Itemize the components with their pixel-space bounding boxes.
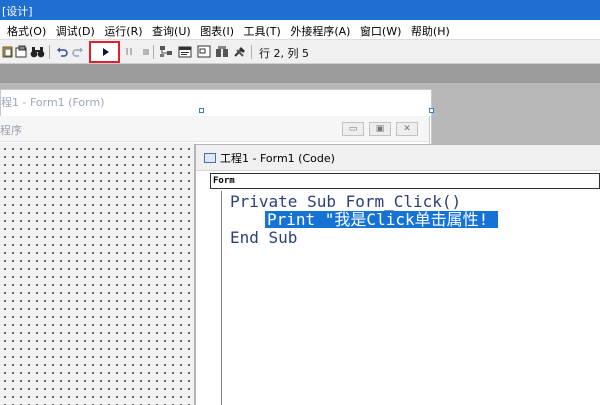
- menu-diagram[interactable]: 图表(I): [197, 20, 237, 39]
- code-window-title: 工程1 - Form1 (Code): [220, 152, 335, 165]
- toolbar-separator: [251, 45, 252, 59]
- toolbar-separator: [153, 45, 154, 59]
- margin-indicator-bar[interactable]: [210, 191, 222, 405]
- code-window[interactable]: 工程1 - Form1 (Code) Form Private Sub Form…: [194, 144, 600, 405]
- cursor-position-text: 行 2, 列 5: [259, 47, 309, 60]
- window-title: [设计]: [2, 5, 33, 18]
- properties-icon[interactable]: [177, 44, 192, 59]
- resize-handle[interactable]: [429, 108, 434, 113]
- toolbar: 行 2, 列 5: [0, 39, 600, 64]
- form1-title: 程序: [0, 124, 22, 137]
- resize-handle[interactable]: [199, 108, 204, 113]
- code-window-title-bar[interactable]: 工程1 - Form1 (Code): [196, 145, 600, 171]
- restore-button[interactable]: ▣: [369, 122, 391, 136]
- redo-icon[interactable]: [70, 44, 85, 59]
- minimize-icon: ▭: [348, 124, 358, 134]
- selected-code-line[interactable]: Print "我是Click单击属性! ": [265, 211, 508, 228]
- stop-icon[interactable]: [138, 44, 153, 59]
- toolbar-separator: [49, 45, 50, 59]
- code-window-icon: [204, 153, 216, 163]
- object-combo-value: Form: [213, 176, 235, 186]
- run-button[interactable]: [89, 41, 120, 63]
- title-bar: [设计]: [0, 0, 600, 20]
- menu-tools[interactable]: 工具(T): [241, 20, 284, 39]
- project-explorer-icon[interactable]: [158, 44, 173, 59]
- code-line[interactable]: Private Sub Form_Click(): [230, 193, 461, 211]
- form1-title-bar[interactable]: 程序 ▭ ▣ ✕: [0, 116, 429, 142]
- minimize-button[interactable]: ▭: [342, 122, 364, 136]
- form-designer-title: 程1 - Form1 (Form): [1, 96, 105, 109]
- form-design-grid[interactable]: [0, 143, 196, 405]
- code-editor[interactable]: Private Sub Form_Click() Print "我是Click单…: [223, 191, 600, 405]
- form-designer-title-bar[interactable]: 程1 - Form1 (Form): [1, 90, 431, 112]
- binoculars-icon[interactable]: [30, 44, 45, 59]
- break-icon[interactable]: [121, 44, 136, 59]
- workspace-header-strip: [0, 64, 600, 83]
- menu-window[interactable]: 窗口(W): [357, 20, 404, 39]
- menu-run[interactable]: 运行(R): [101, 20, 145, 39]
- menu-debug[interactable]: 调试(D): [53, 20, 98, 39]
- restore-icon: ▣: [375, 124, 385, 134]
- form-layout-icon[interactable]: [196, 44, 211, 59]
- object-browser-icon[interactable]: [214, 44, 229, 59]
- menu-format[interactable]: 格式(O): [4, 20, 49, 39]
- code-line[interactable]: End Sub: [230, 229, 297, 247]
- menu-help[interactable]: 帮助(H): [408, 20, 453, 39]
- menu-bar: 格式(O) 调试(D) 运行(R) 查询(U) 图表(I) 工具(T) 外接程序…: [0, 20, 600, 39]
- run-icon: [103, 48, 109, 56]
- close-button[interactable]: ✕: [396, 122, 418, 136]
- menu-addins[interactable]: 外接程序(A): [287, 20, 353, 39]
- object-combo[interactable]: Form: [210, 173, 600, 189]
- paste-icon[interactable]: [0, 44, 15, 59]
- menu-query[interactable]: 查询(U): [149, 20, 194, 39]
- undo-icon[interactable]: [54, 44, 69, 59]
- toolbox-icon[interactable]: [232, 44, 247, 59]
- find-icon[interactable]: [14, 44, 29, 59]
- close-icon: ✕: [403, 124, 411, 134]
